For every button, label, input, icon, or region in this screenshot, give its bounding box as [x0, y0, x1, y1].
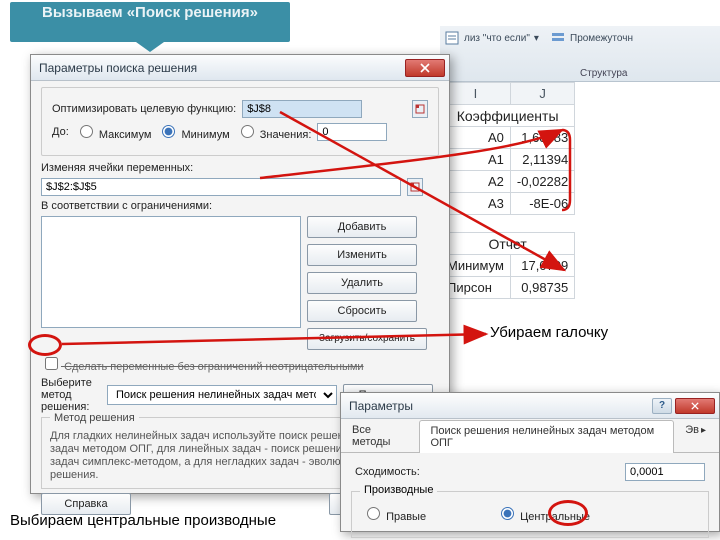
table-row: Минимум17,0709 — [441, 255, 575, 277]
cell[interactable]: A3 — [441, 193, 511, 215]
table-row: A01,68483 — [441, 127, 575, 149]
close-button[interactable] — [405, 59, 445, 77]
ribbon-whatif-label: лиз "что если" — [464, 33, 530, 44]
objective-input[interactable] — [242, 100, 362, 118]
solver-titlebar[interactable]: Параметры поиска решения — [31, 55, 449, 81]
add-button[interactable]: Добавить — [307, 216, 417, 238]
opt-max[interactable]: Максимум — [75, 122, 152, 141]
nonneg-checkbox[interactable]: Сделать переменные без ограничений неотр… — [41, 354, 364, 373]
close-icon — [420, 63, 430, 73]
to-label: До: — [52, 126, 69, 138]
reset-button[interactable]: Сбросить — [307, 300, 417, 322]
derivatives-label: Производные — [360, 484, 437, 496]
tab-grg[interactable]: Поиск решения нелинейных задач методом О… — [419, 420, 674, 453]
derivatives-group: Производные Правые Центральные — [351, 491, 709, 538]
close-icon — [691, 402, 699, 410]
chevron-right-icon: ▸ — [699, 425, 708, 436]
table-row: Пирсон0,98735 — [441, 277, 575, 299]
ribbon-subtotal[interactable]: Промежуточн — [550, 30, 633, 46]
cell[interactable]: Минимум — [441, 255, 511, 277]
changing-input[interactable] — [41, 178, 401, 196]
cell[interactable]: -8E-06 — [510, 193, 574, 215]
ribbon-subtotal-label: Промежуточн — [570, 33, 633, 44]
change-button[interactable]: Изменить — [307, 244, 417, 266]
cell[interactable]: 2,11394 — [510, 149, 574, 171]
dropdown-icon: ▾ — [534, 33, 539, 44]
changing-label: Изменяя ячейки переменных: — [41, 162, 193, 174]
convergence-input[interactable] — [625, 463, 705, 481]
delete-button[interactable]: Удалить — [307, 272, 417, 294]
cell[interactable]: A1 — [441, 149, 511, 171]
table-row: A12,11394 — [441, 149, 575, 171]
deriv-central[interactable]: Центральные — [496, 504, 590, 523]
loadsave-button[interactable]: Загрузить/сохранить — [307, 328, 427, 350]
cell[interactable]: -0,02282 — [510, 171, 574, 193]
objective-label: Оптимизировать целевую функцию: — [52, 103, 236, 115]
opt-min[interactable]: Минимум — [157, 122, 229, 141]
opt-value[interactable]: Значения: — [236, 122, 312, 141]
params-title: Параметры — [349, 399, 413, 413]
constraints-label: В соответствии с ограничениями: — [41, 200, 212, 212]
ribbon-fragment: лиз "что если" ▾ Промежуточн Структура — [440, 26, 720, 82]
method-select[interactable]: Поиск решения нелинейных задач методом О… — [107, 385, 337, 405]
annotation-remove-check: Убираем галочку — [490, 324, 608, 341]
cell[interactable]: 1,68483 — [510, 127, 574, 149]
callout-banner: Вызываем «Поиск решения» — [10, 2, 290, 42]
coeff-title: Коэффициенты — [441, 105, 575, 127]
cell[interactable]: 17,0709 — [510, 255, 574, 277]
grid-icon — [410, 182, 420, 192]
tab-all-methods[interactable]: Все методы — [341, 419, 419, 452]
params-dialog: Параметры ? Все методы Поиск решения нел… — [340, 392, 720, 532]
opt-value-input[interactable] — [317, 123, 387, 141]
solver-title: Параметры поиска решения — [39, 61, 197, 75]
range-select-button-2[interactable] — [407, 178, 423, 196]
deriv-right[interactable]: Правые — [362, 504, 426, 523]
ribbon-whatif[interactable]: лиз "что если" ▾ — [444, 30, 539, 46]
annotation-central-deriv: Выбираем центральные производные — [10, 512, 276, 529]
convergence-label: Сходимость: — [355, 466, 420, 478]
params-titlebar[interactable]: Параметры ? — [341, 393, 719, 419]
cell[interactable]: A2 — [441, 171, 511, 193]
report-title: Отчет — [441, 233, 575, 255]
cell[interactable]: 0,98735 — [510, 277, 574, 299]
constraints-list[interactable] — [41, 216, 301, 328]
grid-icon — [415, 104, 425, 114]
cell[interactable]: A0 — [441, 127, 511, 149]
close-button-2[interactable] — [675, 398, 715, 414]
help-icon[interactable]: ? — [652, 398, 672, 414]
method-label: Выберите метод решения: — [41, 377, 101, 413]
method-group-label: Метод решения — [50, 412, 139, 424]
col-header-J[interactable]: J — [510, 83, 574, 105]
params-tabstrip: Все методы Поиск решения нелинейных зада… — [341, 419, 719, 453]
table-row: A2-0,02282 — [441, 171, 575, 193]
cell[interactable]: Пирсон — [441, 277, 511, 299]
range-select-button[interactable] — [412, 100, 428, 118]
table-row: A3-8E-06 — [441, 193, 575, 215]
ribbon-structure-label: Структура — [580, 68, 627, 79]
col-header-I[interactable]: I — [441, 83, 511, 105]
tab-evolution[interactable]: Эв▸ — [674, 419, 719, 452]
coeff-table: I J Коэффициенты A01,68483 A12,11394 A2-… — [440, 82, 575, 299]
